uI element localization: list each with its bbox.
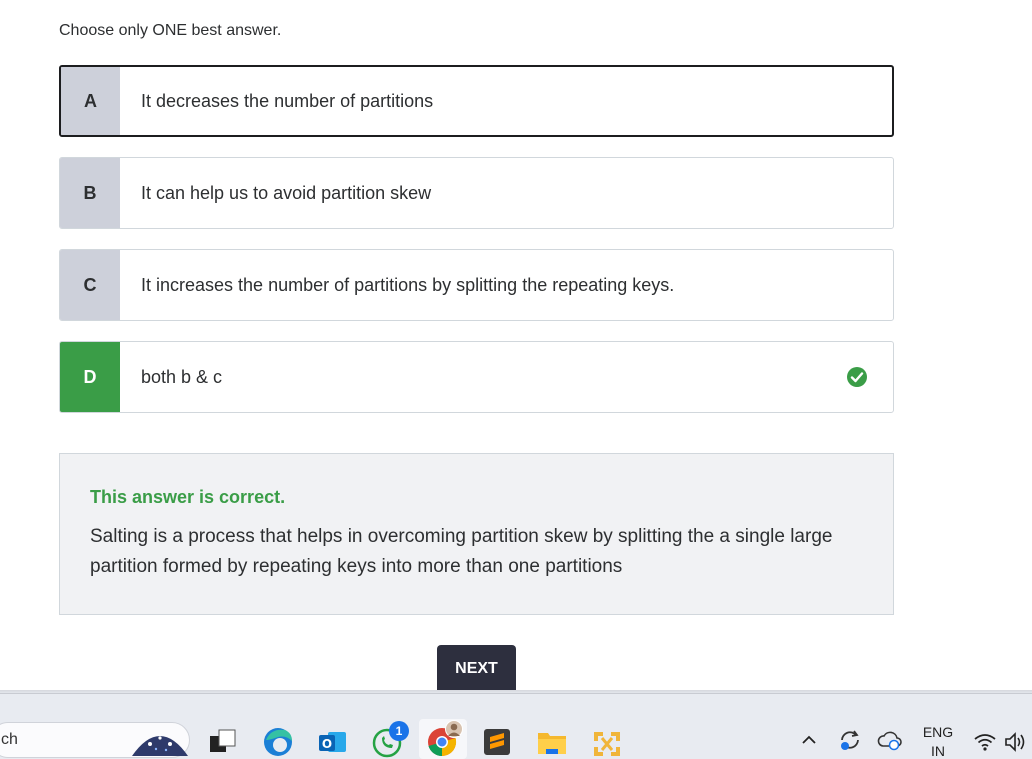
whatsapp-notification-badge: 1 — [389, 721, 409, 741]
search-highlight-icon — [132, 736, 188, 756]
feedback-explanation: Salting is a process that helps in overc… — [90, 526, 833, 577]
feedback-panel: This answer is correct. Salting is a pro… — [59, 453, 894, 615]
feedback-title: This answer is correct. — [90, 487, 286, 507]
sublime-text-icon[interactable] — [480, 724, 514, 758]
taskbar-search-text: ch — [1, 731, 18, 748]
task-view-icon[interactable] — [206, 724, 240, 758]
language-indicator-bottom[interactable]: IN — [918, 743, 958, 759]
option-letter: C — [60, 250, 120, 320]
sync-icon[interactable] — [837, 727, 863, 753]
file-explorer-icon[interactable] — [535, 724, 569, 758]
edge-browser-icon[interactable] — [261, 724, 295, 758]
answer-option-c[interactable]: C It increases the number of partitions … — [59, 249, 894, 321]
option-text: It can help us to avoid partition skew — [141, 182, 432, 203]
option-letter: D — [60, 342, 120, 412]
instruction-text: Choose only ONE best answer. — [59, 22, 282, 39]
wifi-icon[interactable] — [973, 732, 997, 752]
option-text: It increases the number of partitions by… — [141, 274, 675, 295]
language-indicator-top[interactable]: ENG — [918, 724, 958, 740]
option-letter: A — [61, 67, 120, 135]
outlook-icon[interactable]: O — [316, 724, 350, 758]
option-text: both b & c — [141, 366, 223, 387]
cloud-sync-icon[interactable] — [877, 730, 903, 752]
volume-icon[interactable] — [1003, 731, 1029, 753]
answer-option-b[interactable]: B It can help us to avoid partition skew — [59, 157, 894, 229]
vm-app-icon[interactable] — [590, 724, 624, 758]
answer-option-d[interactable]: D both b & c — [59, 341, 894, 413]
option-text: It decreases the number of partitions — [141, 90, 434, 111]
option-letter: B — [60, 158, 120, 228]
profile-avatar-icon — [445, 720, 463, 738]
check-circle-icon — [847, 367, 867, 387]
svg-text:O: O — [322, 737, 332, 751]
windows-taskbar: ch O 1 ENG IN — [0, 693, 1032, 759]
next-button[interactable]: NEXT — [437, 645, 516, 693]
answer-option-a[interactable]: A It decreases the number of partitions — [59, 65, 894, 137]
chevron-up-icon[interactable] — [800, 732, 818, 748]
